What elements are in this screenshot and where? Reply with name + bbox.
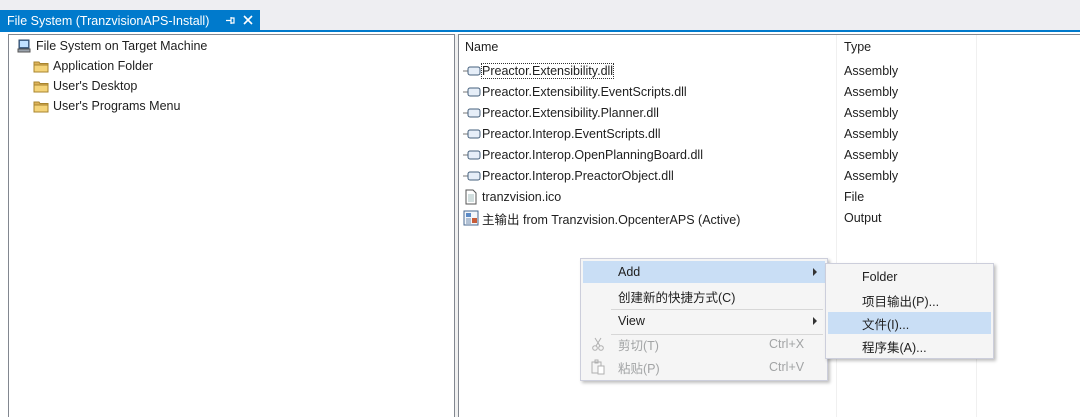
menu-item-create-shortcut[interactable]: 创建新的快捷方式(C) (583, 285, 825, 307)
menu-item-add[interactable]: Add (583, 261, 825, 283)
assembly-icon (463, 66, 481, 76)
tree-item-label: User's Desktop (53, 79, 138, 93)
menu-label: 创建新的快捷方式(C) (618, 290, 736, 305)
list-item[interactable]: Preactor.Interop.OpenPlanningBoard.dll A… (463, 145, 1063, 165)
project-output-icon (463, 210, 479, 226)
item-type: Assembly (844, 64, 899, 78)
menu-shortcut: Ctrl+X (769, 337, 805, 351)
list-item[interactable]: Preactor.Extensibility.Planner.dll Assem… (463, 103, 1063, 123)
submenu-item-folder[interactable]: Folder (828, 266, 991, 288)
menu-shortcut: Ctrl+V (769, 360, 805, 374)
item-name: 主输出 from Tranzvision.OpcenterAPS (Active… (482, 212, 741, 227)
tree-item-label: User's Programs Menu (53, 99, 181, 113)
item-name: Preactor.Extensibility.dll (480, 63, 615, 79)
scissors-icon (592, 337, 604, 351)
menu-label: 粘贴(P) (618, 361, 660, 376)
item-type: Assembly (844, 85, 899, 99)
submenu-arrow-icon (813, 317, 817, 325)
file-icon (465, 189, 477, 205)
tree-item-label: Application Folder (53, 59, 154, 73)
item-name: tranzvision.ico (482, 190, 562, 204)
item-name: Preactor.Interop.OpenPlanningBoard.dll (482, 148, 703, 162)
list-item[interactable]: Preactor.Interop.EventScripts.dll Assemb… (463, 124, 1063, 144)
item-name: Preactor.Interop.PreactorObject.dll (482, 169, 674, 183)
menu-label: Add (618, 265, 641, 279)
item-type: Output (844, 211, 882, 225)
tree-item-root[interactable]: File System on Target Machine (16, 36, 207, 56)
list-item[interactable]: Preactor.Interop.PreactorObject.dll Asse… (463, 166, 1063, 186)
tree-item-users-desktop[interactable]: User's Desktop (33, 76, 137, 96)
submenu-item-file[interactable]: 文件(I)... (828, 312, 991, 334)
item-type: Assembly (844, 148, 899, 162)
item-type: File (844, 190, 865, 204)
add-submenu: Folder 项目输出(P)... 文件(I)... 程序集(A)... (825, 263, 994, 359)
item-type: Assembly (844, 169, 899, 183)
submenu-arrow-icon (813, 268, 817, 276)
tree-item-application-folder[interactable]: Application Folder (33, 56, 153, 76)
menu-item-paste[interactable]: 粘贴(P) Ctrl+V (583, 356, 825, 378)
column-header-type[interactable]: Type (844, 40, 871, 54)
tab-title: File System (TranzvisionAPS-Install) (7, 14, 210, 28)
column-header-name[interactable]: Name (465, 40, 498, 54)
menu-label: View (618, 314, 645, 328)
list-item[interactable]: 主输出 from Tranzvision.OpcenterAPS (Active… (463, 208, 1063, 228)
menu-item-cut[interactable]: 剪切(T) Ctrl+X (583, 333, 825, 355)
computer-icon (17, 39, 31, 53)
folder-icon (33, 81, 49, 93)
item-name: Preactor.Extensibility.EventScripts.dll (482, 85, 687, 99)
pin-icon[interactable] (223, 13, 237, 27)
submenu-item-project-output[interactable]: 项目输出(P)... (828, 289, 991, 311)
menu-label: 剪切(T) (618, 338, 659, 353)
menu-item-view[interactable]: View (583, 310, 825, 332)
assembly-icon (463, 129, 481, 139)
tree-item-users-programs-menu[interactable]: User's Programs Menu (33, 96, 180, 116)
menu-label: 项目输出(P)... (862, 294, 940, 309)
item-name: Preactor.Interop.EventScripts.dll (482, 127, 661, 141)
item-type: Assembly (844, 127, 899, 141)
assembly-icon (463, 171, 481, 181)
menu-label: Folder (862, 270, 898, 284)
assembly-icon (463, 87, 481, 97)
folder-icon (33, 61, 49, 73)
file-system-tree: File System on Target Machine Applicatio… (8, 34, 455, 417)
list-item[interactable]: Preactor.Extensibility.dll Assembly (463, 61, 1063, 81)
document-tab-strip: File System (TranzvisionAPS-Install) (0, 0, 1080, 32)
tab-file-system[interactable]: File System (TranzvisionAPS-Install) (0, 10, 260, 32)
paste-icon (591, 359, 605, 375)
close-icon[interactable] (241, 13, 255, 27)
context-menu: Add 创建新的快捷方式(C) View 剪切(T) Ctrl+X 粘贴(P) … (580, 258, 828, 381)
menu-label: 程序集(A)... (862, 340, 927, 355)
menu-label: 文件(I)... (862, 317, 910, 332)
item-type: Assembly (844, 106, 899, 120)
list-item[interactable]: Preactor.Extensibility.EventScripts.dll … (463, 82, 1063, 102)
assembly-icon (463, 150, 481, 160)
list-item[interactable]: tranzvision.ico File (463, 187, 1063, 207)
folder-icon (33, 101, 49, 113)
assembly-icon (463, 108, 481, 118)
submenu-item-assembly[interactable]: 程序集(A)... (828, 335, 991, 357)
item-name: Preactor.Extensibility.Planner.dll (482, 106, 659, 120)
tree-root-label: File System on Target Machine (36, 39, 208, 53)
